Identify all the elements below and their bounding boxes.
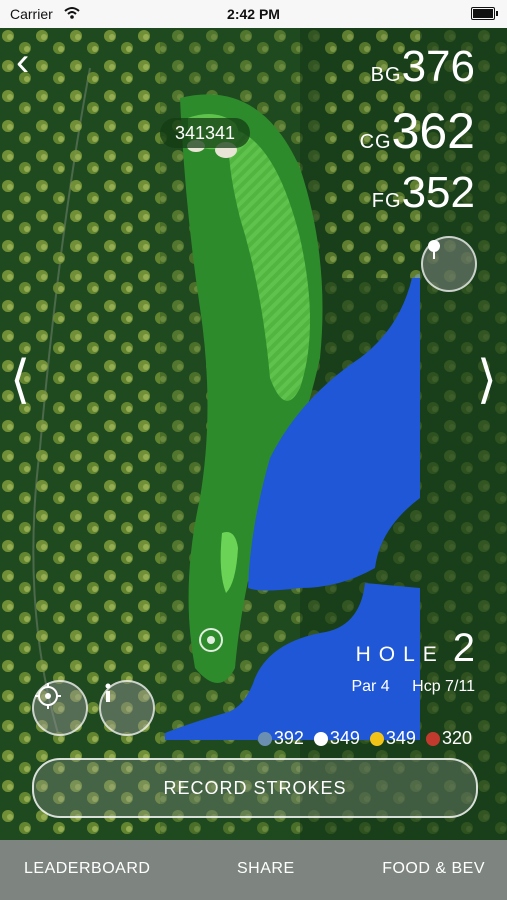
flag-pin-button[interactable] bbox=[421, 236, 477, 292]
info-icon bbox=[105, 683, 111, 702]
tee-yardage: 349 bbox=[369, 728, 416, 749]
back-chevron-icon[interactable]: ‹ bbox=[16, 40, 29, 85]
crosshair-icon bbox=[35, 683, 61, 709]
hole-title: HOLE 2 bbox=[355, 626, 475, 670]
tab-food-bev[interactable]: FOOD & BEV bbox=[382, 860, 485, 878]
distance-front-green: FG352 bbox=[371, 168, 475, 217]
distance-back-green: BG376 bbox=[370, 42, 475, 91]
par-handicap: Par 4 Hcp 7/11 bbox=[351, 678, 475, 695]
clock: 2:42 PM bbox=[227, 6, 280, 22]
tab-share[interactable]: SHARE bbox=[237, 860, 295, 878]
bottom-tab-bar: LEADERBOARD SHARE FOOD & BEV bbox=[0, 840, 507, 900]
tee-yardage: 392 bbox=[257, 728, 304, 749]
info-button[interactable] bbox=[99, 680, 155, 736]
target-button[interactable] bbox=[32, 680, 88, 736]
status-bar: Carrier 2:42 PM bbox=[0, 0, 507, 28]
tee-yardage: 349 bbox=[313, 728, 360, 749]
prev-hole-chevron-icon[interactable]: ⟨ bbox=[10, 350, 30, 410]
pin-distance-tag[interactable]: 341341 bbox=[160, 118, 250, 148]
tab-leaderboard[interactable]: LEADERBOARD bbox=[24, 860, 150, 878]
tee-yardages: 392 349 349 320 bbox=[257, 728, 472, 749]
next-hole-chevron-icon[interactable]: ⟩ bbox=[477, 350, 497, 410]
hole-map[interactable]: 341341 ‹ BG376 CG362 FG352 ⟨ ⟩ HOLE 2 Par… bbox=[0, 28, 507, 840]
flag-pin-icon bbox=[428, 240, 440, 259]
tee-color-dot bbox=[425, 731, 440, 746]
tee-color-dot bbox=[369, 731, 384, 746]
tee-yardage: 320 bbox=[425, 728, 472, 749]
tee-color-dot bbox=[257, 731, 272, 746]
tee-color-dot bbox=[313, 731, 328, 746]
battery-icon bbox=[471, 7, 498, 20]
distance-center-green: CG362 bbox=[359, 103, 475, 159]
record-strokes-button[interactable]: RECORD STROKES bbox=[32, 758, 478, 818]
